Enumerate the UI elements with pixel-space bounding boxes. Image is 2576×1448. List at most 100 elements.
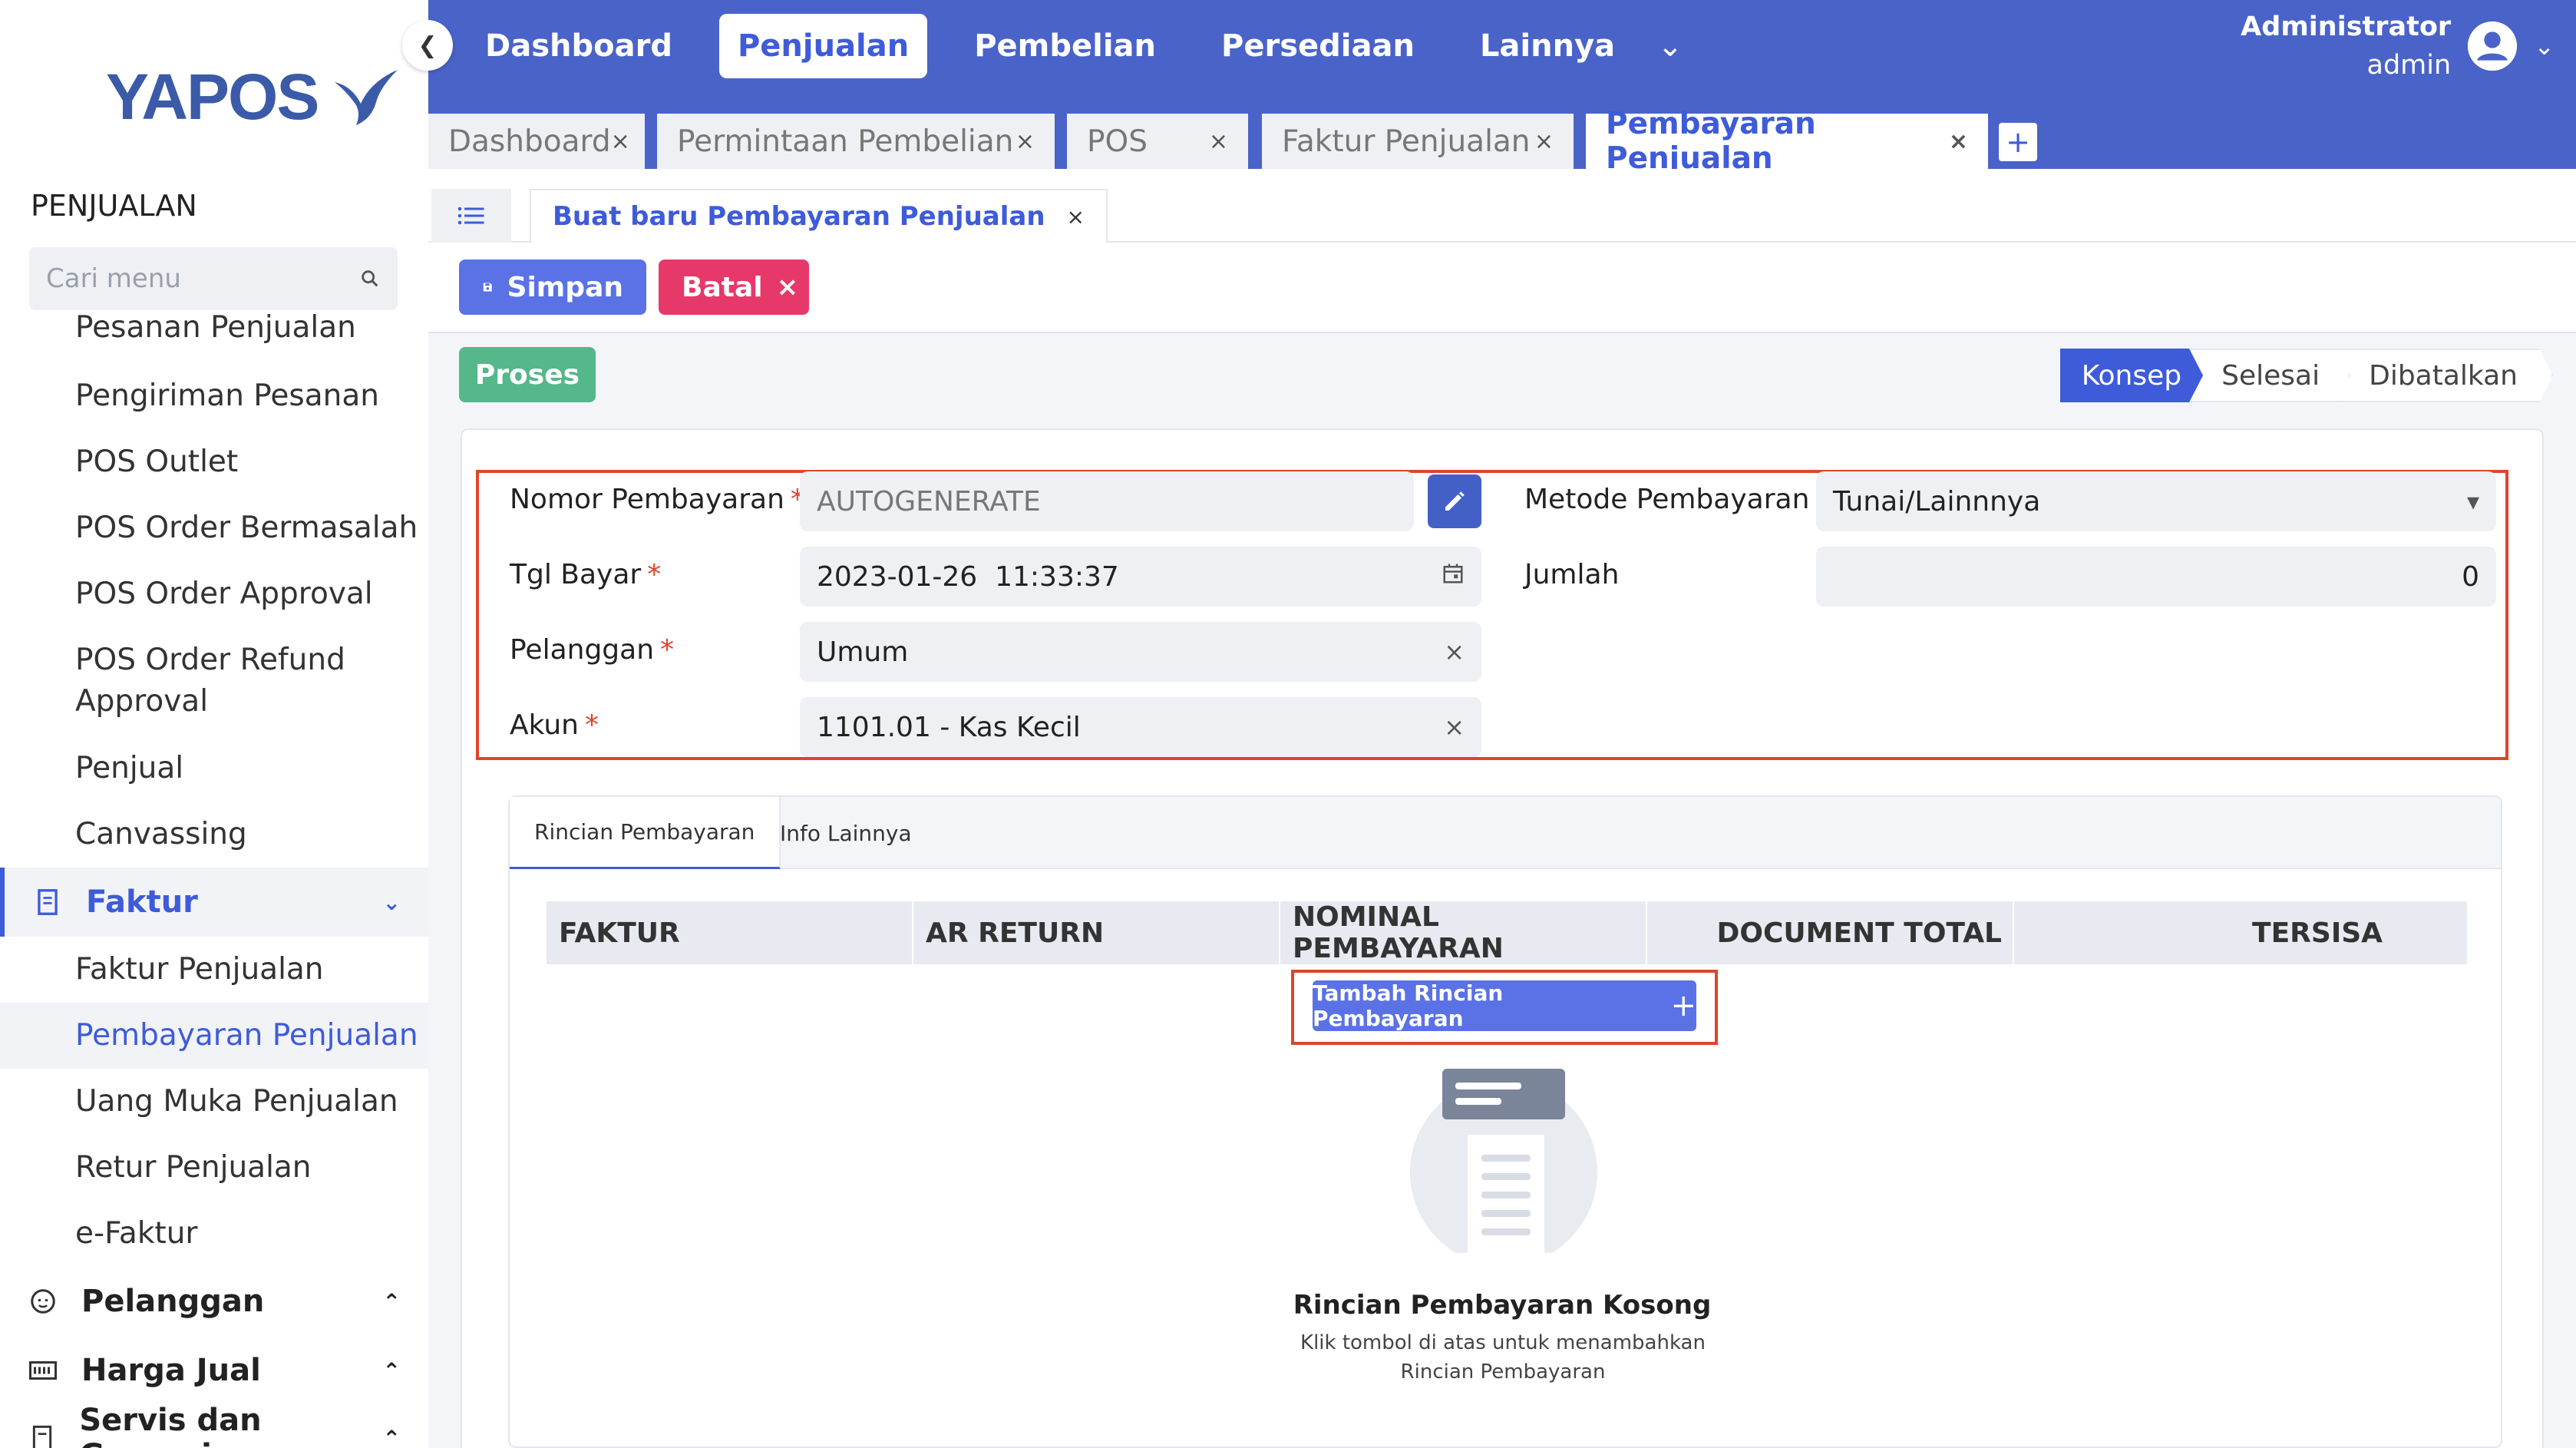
sidebar-item-pos-order-refund-approval[interactable]: POS Order Refund Approval: [0, 640, 428, 722]
close-icon[interactable]: ×: [1067, 204, 1085, 230]
nav-more-chevron-icon[interactable]: ⌄: [1657, 28, 1683, 64]
sidebar-item-pos-order-bermasalah[interactable]: POS Order Bermasalah: [0, 507, 428, 549]
add-payment-detail-button[interactable]: Tambah Rincian Pembayaran +: [1313, 980, 1696, 1031]
bird-logo-icon: [335, 69, 398, 125]
tab-faktur-penjualan[interactable]: Faktur Penjualan ×: [1262, 114, 1574, 169]
calendar-icon[interactable]: [1442, 562, 1465, 591]
close-icon[interactable]: ×: [1949, 128, 1968, 155]
sidebar-search-input[interactable]: Cari menu: [29, 247, 398, 310]
sidebar-item-pos-order-approval[interactable]: POS Order Approval: [0, 574, 428, 615]
save-button[interactable]: Simpan: [459, 260, 646, 315]
receipt-icon: [32, 887, 63, 917]
akun-field[interactable]: 1101.01 - Kas Kecil ×: [800, 697, 1481, 757]
tab-label: Faktur Penjualan: [1282, 124, 1531, 159]
sidebar-group-pelanggan[interactable]: Pelanggan ⌃: [0, 1267, 428, 1336]
nav-lainnya[interactable]: Lainnya: [1461, 14, 1633, 78]
main-content: Buat baru Pembayaran Penjualan × Simpan …: [428, 169, 2576, 1448]
sidebar-item-faktur-penjualan[interactable]: Faktur Penjualan: [0, 949, 428, 990]
sidebar-collapse-button[interactable]: ❮: [402, 20, 453, 71]
sidebar-item-canvassing[interactable]: Canvassing: [0, 814, 428, 855]
sidebar-item-pengiriman-pesanan[interactable]: Pengiriman Pesanan: [0, 375, 428, 417]
tab-pembayaran-penjualan[interactable]: Pembayaran Penjualan ×: [1586, 107, 1988, 176]
akun-label: Akun *: [510, 709, 599, 741]
action-bar: Simpan Batal ×: [428, 243, 2576, 333]
close-icon: ×: [776, 272, 799, 302]
price-icon: [28, 1355, 58, 1386]
sidebar-group-servis-garansi-label: Servis dan Garansi: [79, 1403, 262, 1448]
pelanggan-field[interactable]: Umum ×: [800, 622, 1481, 682]
user-menu[interactable]: Administrator admin ⌄: [2241, 8, 2555, 84]
status-step-dibatalkan: Dibatalkan: [2337, 349, 2553, 402]
sidebar-search-placeholder: Cari menu: [46, 263, 181, 294]
nomor-pembayaran-placeholder: AUTOGENERATE: [817, 485, 1041, 517]
sidebar-group-servis-garansi[interactable]: Servis dan Garansi ⌃: [0, 1403, 428, 1448]
main-nav: Dashboard Penjualan Pembelian Persediaan…: [467, 14, 1683, 78]
nomor-pembayaran-label: Nomor Pembayaran *: [510, 484, 804, 515]
status-step-konsep: Konsep: [2060, 349, 2203, 402]
add-payment-detail-label: Tambah Rincian Pembayaran: [1313, 980, 1504, 1031]
close-icon[interactable]: ×: [1209, 128, 1228, 155]
tab-label: Pembayaran Penjualan: [1606, 107, 1816, 176]
sidebar-group-harga-jual[interactable]: Harga Jual ⌃: [0, 1336, 428, 1405]
col-tersisa: TERSISA: [2252, 917, 2383, 949]
chevron-up-icon: ⌃: [382, 1288, 401, 1314]
clear-icon[interactable]: ×: [1444, 637, 1465, 666]
nav-persediaan[interactable]: Persediaan: [1203, 14, 1433, 78]
detail-tabs: Rincian Pembayaran Info Lainnya: [510, 797, 2501, 869]
clear-icon[interactable]: ×: [1444, 712, 1465, 742]
sidebar-item-pembayaran-penjualan[interactable]: Pembayaran Penjualan: [0, 1003, 428, 1069]
close-icon[interactable]: ×: [1016, 128, 1035, 155]
sidebar-item-penjual[interactable]: Penjual: [0, 748, 428, 789]
status-step-selesai: Selesai: [2189, 349, 2350, 402]
sidebar: YAPOS PENJUALAN Cari menu Pesanan Penjua…: [0, 0, 428, 1448]
edit-number-button[interactable]: [1428, 474, 1481, 528]
status-stepper: Konsep Selesai Dibatalkan: [2060, 349, 2553, 402]
nomor-pembayaran-field[interactable]: AUTOGENERATE: [800, 471, 1414, 531]
nav-penjualan[interactable]: Penjualan: [718, 14, 928, 78]
chevron-down-icon: ⌄: [382, 889, 401, 915]
top-navbar: Dashboard Penjualan Pembelian Persediaan…: [428, 0, 2576, 95]
sidebar-item-pos-outlet[interactable]: POS Outlet: [0, 441, 428, 483]
subtab-buat-baru[interactable]: Buat baru Pembayaran Penjualan ×: [530, 189, 1108, 243]
tab-dashboard[interactable]: Dashboard ×: [428, 114, 645, 169]
col-faktur: FAKTUR: [547, 901, 913, 964]
user-role: admin: [2366, 50, 2452, 81]
sidebar-item-retur-penjualan[interactable]: Retur Penjualan: [0, 1147, 428, 1188]
subtab-bar: Buat baru Pembayaran Penjualan ×: [428, 169, 2576, 243]
tab-pos[interactable]: POS ×: [1067, 114, 1248, 169]
sidebar-item-e-faktur[interactable]: e-Faktur: [0, 1213, 428, 1255]
jumlah-label: Jumlah: [1524, 559, 1620, 590]
jumlah-field[interactable]: 0: [1816, 547, 2496, 607]
empty-state-description: Klik tombol di atas untuk menambahkan Ri…: [1300, 1331, 1706, 1384]
list-icon: [457, 207, 484, 225]
metode-pembayaran-select[interactable]: Tunai/Lainnnya ▾: [1816, 471, 2496, 531]
process-button[interactable]: Proses: [459, 347, 596, 402]
nav-dashboard[interactable]: Dashboard: [467, 14, 691, 78]
sidebar-group-faktur[interactable]: Faktur ⌄: [0, 868, 428, 937]
tab-info-lainnya[interactable]: Info Lainnya: [755, 797, 936, 869]
open-tabs-bar: Dashboard × Permintaan Pembelian × POS ×…: [428, 95, 2576, 176]
add-tab-button[interactable]: +: [1999, 123, 2037, 161]
tab-label: Dashboard: [448, 124, 611, 159]
close-icon[interactable]: ×: [1534, 128, 1554, 155]
cancel-button[interactable]: Batal ×: [659, 260, 809, 315]
sidebar-item-pesanan-penjualan[interactable]: Pesanan Penjualan: [0, 307, 428, 349]
tab-permintaan-pembelian[interactable]: Permintaan Pembelian ×: [657, 114, 1055, 169]
close-icon[interactable]: ×: [611, 128, 630, 155]
logo-text: YAPOS: [106, 61, 319, 133]
detail-table-header: FAKTUR AR RETURN NOMINAL PEMBAYARAN DOCU…: [547, 901, 2467, 964]
customer-icon: [28, 1286, 58, 1317]
tab-rincian-pembayaran[interactable]: Rincian Pembayaran: [510, 797, 781, 869]
list-view-button[interactable]: [431, 189, 511, 243]
process-label: Proses: [474, 359, 580, 391]
save-label: Simpan: [507, 271, 623, 303]
plus-icon: +: [1670, 988, 1696, 1023]
col-nominal-pembayaran: NOMINAL PEMBAYARAN: [1280, 901, 1647, 964]
akun-value: 1101.01 - Kas Kecil: [817, 711, 1081, 743]
app-logo[interactable]: YAPOS: [106, 60, 399, 134]
chevron-up-icon: ⌃: [382, 1425, 401, 1448]
nav-pembelian[interactable]: Pembelian: [956, 14, 1174, 78]
tgl-bayar-field[interactable]: 2023-01-26 11:33:37: [800, 547, 1481, 607]
sidebar-item-uang-muka-penjualan[interactable]: Uang Muka Penjualan: [0, 1081, 428, 1122]
col-ar-return: AR RETURN: [913, 901, 1280, 964]
